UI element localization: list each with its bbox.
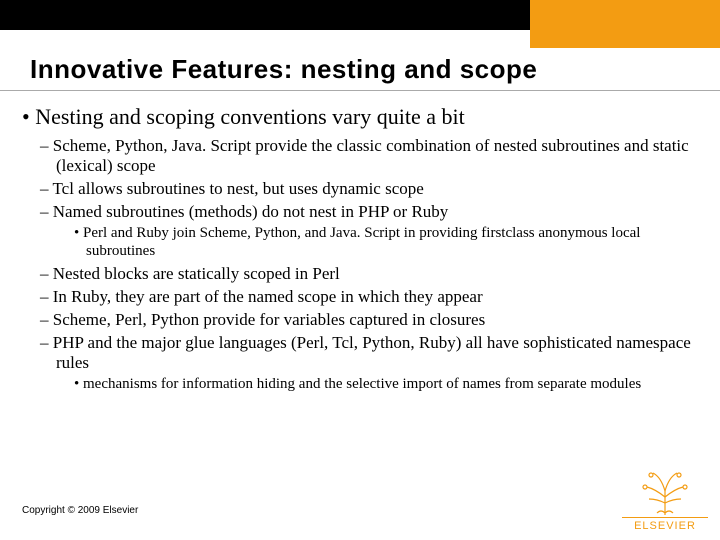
elsevier-logo: ELSEVIER (622, 469, 708, 532)
copyright-text: Copyright © 2009 Elsevier (22, 505, 138, 516)
bullet-level2: Scheme, Perl, Python provide for variabl… (22, 310, 692, 330)
bullet-level3: mechanisms for information hiding and th… (22, 376, 692, 394)
bullet-level1: Nesting and scoping conventions vary qui… (22, 104, 692, 130)
slide-title: Innovative Features: nesting and scope (30, 54, 690, 85)
bullet-level2: Tcl allows subroutines to nest, but uses… (22, 179, 692, 199)
topbar-orange-box (530, 0, 720, 48)
bullet-level2: Scheme, Python, Java. Script provide the… (22, 136, 692, 176)
title-underline (0, 90, 720, 91)
bullet-level2: Named subroutines (methods) do not nest … (22, 202, 692, 222)
bullet-level2: Nested blocks are statically scoped in P… (22, 264, 692, 284)
bullet-level2: In Ruby, they are part of the named scop… (22, 287, 692, 307)
content-body: Nesting and scoping conventions vary qui… (22, 102, 692, 396)
elsevier-logo-text: ELSEVIER (622, 517, 708, 532)
slide: Innovative Features: nesting and scope N… (0, 0, 720, 540)
bullet-level3: Perl and Ruby join Scheme, Python, and J… (22, 225, 692, 260)
elsevier-tree-icon (637, 469, 693, 515)
bullet-level2: PHP and the major glue languages (Perl, … (22, 333, 692, 373)
